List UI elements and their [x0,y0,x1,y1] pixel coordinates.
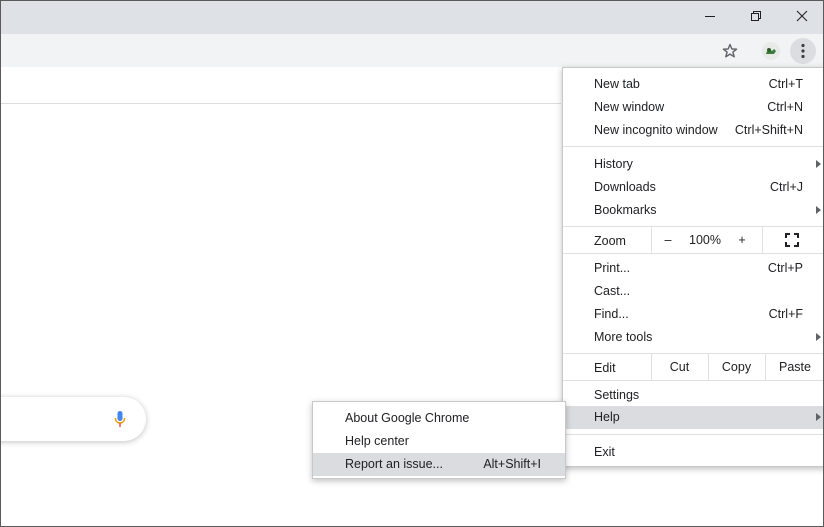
search-box[interactable] [1,397,146,441]
submenu-arrow-icon [816,206,821,214]
menu-item-label: Bookmarks [594,203,657,217]
microphone-icon[interactable] [114,410,126,428]
menu-item-label: Print... [594,261,631,275]
copy-button[interactable]: Copy [708,360,765,374]
close-button[interactable] [779,1,823,31]
cut-button[interactable]: Cut [651,360,708,374]
edit-row: Edit Cut Copy Paste [563,354,823,380]
zoom-in-button[interactable]: + [725,233,759,247]
three-dot-menu-icon [801,43,805,59]
menu-item-label: Report an issue... [345,457,443,471]
menu-item-downloads[interactable]: Downloads Ctrl+J [563,176,823,199]
menu-item-shortcut: Ctrl+F [768,307,803,321]
title-bar [1,1,823,34]
menu-item-shortcut: Ctrl+Shift+N [734,123,803,137]
menu-item-label: Exit [594,445,615,459]
menu-item-help[interactable]: Help [563,406,823,429]
menu-item-settings[interactable]: Settings [563,384,823,407]
menu-item-label: New incognito window [594,123,718,137]
menu-item-history[interactable]: History [563,153,823,176]
menu-item-help-center[interactable]: Help center [313,430,565,453]
menu-item-label: Help center [345,434,409,448]
menu-item-label: Settings [594,388,640,402]
star-icon [722,43,738,58]
edit-label: Edit [594,361,616,375]
submenu-arrow-icon [816,333,821,341]
restore-icon [751,11,761,21]
close-icon [796,10,808,22]
menu-item-label: Find... [594,307,629,321]
menu-item-label: New tab [594,77,640,91]
menu-button[interactable] [790,38,816,64]
menu-item-label: Downloads [594,180,656,194]
page-divider [1,103,561,104]
profile-button[interactable] [758,38,784,64]
menu-item-more-tools[interactable]: More tools [563,326,823,349]
menu-item-shortcut: Ctrl+J [770,180,803,194]
profile-avatar-icon [762,42,780,60]
menu-item-label: About Google Chrome [345,411,470,425]
menu-item-new-tab[interactable]: New tab Ctrl+T [563,73,823,96]
menu-item-label: Help [594,410,620,424]
browser-window: New tab Ctrl+T New window Ctrl+N New inc… [0,0,824,527]
menu-item-new-window[interactable]: New window Ctrl+N [563,96,823,119]
menu-item-shortcut: Ctrl+T [768,77,803,91]
menu-separator [563,253,823,254]
zoom-level-value: 100% [689,233,721,247]
menu-item-label: More tools [594,330,653,344]
paste-button[interactable]: Paste [765,360,823,374]
menu-item-label: New window [594,100,665,114]
menu-separator [563,146,823,147]
submenu-arrow-icon [816,160,821,168]
zoom-out-button[interactable]: – [651,233,685,247]
zoom-row: Zoom – 100% + [563,227,823,253]
menu-item-shortcut: Alt+Shift+I [483,457,541,471]
fullscreen-button[interactable] [785,233,799,247]
menu-item-report-an-issue[interactable]: Report an issue... Alt+Shift+I [313,453,565,476]
menu-item-shortcut: Ctrl+P [767,261,803,275]
menu-item-bookmarks[interactable]: Bookmarks [563,199,823,222]
menu-item-label: History [594,157,633,171]
toolbar [1,34,823,67]
menu-item-exit[interactable]: Exit [563,441,823,464]
minimize-button[interactable] [687,1,733,31]
menu-separator [563,380,823,381]
menu-separator [563,434,823,435]
menu-item-print[interactable]: Print... Ctrl+P [563,257,823,280]
chrome-main-menu: New tab Ctrl+T New window Ctrl+N New inc… [562,67,823,467]
minimize-icon [705,16,715,17]
help-submenu: About Google Chrome Help center Report a… [312,401,566,479]
menu-item-find[interactable]: Find... Ctrl+F [563,303,823,326]
menu-item-label: Cast... [594,284,631,298]
fullscreen-icon [785,233,799,247]
zoom-label: Zoom [594,234,626,248]
menu-item-about-google-chrome[interactable]: About Google Chrome [313,407,565,430]
menu-item-new-incognito-window[interactable]: New incognito window Ctrl+Shift+N [563,119,823,142]
submenu-arrow-icon [816,413,821,421]
zoom-divider [762,227,763,253]
restore-button[interactable] [733,1,779,31]
menu-item-shortcut: Ctrl+N [767,100,803,114]
menu-item-cast[interactable]: Cast... [563,280,823,303]
bookmark-star-button[interactable] [717,38,743,64]
